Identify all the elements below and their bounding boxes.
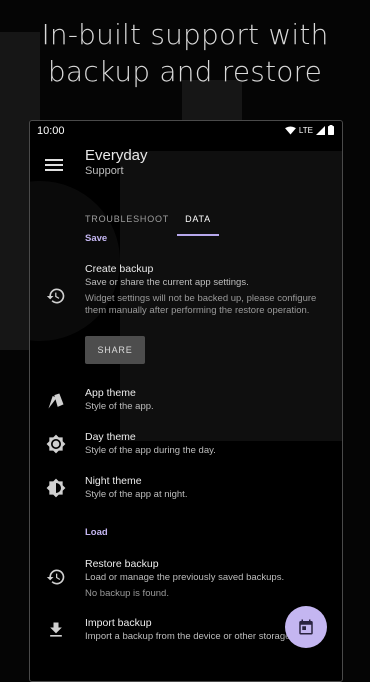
section-header-load: Load (85, 527, 108, 538)
night-theme-title: Night theme (85, 475, 142, 487)
restore-backup-title: Restore backup (85, 558, 159, 570)
tab-data[interactable]: DATA (177, 201, 219, 236)
day-theme-subtitle: Style of the app during the day. (85, 445, 216, 456)
signal-icon (316, 125, 325, 135)
restore-backup-empty-text: No backup is found. (85, 588, 169, 599)
import-backup-title: Import backup (85, 617, 152, 629)
create-backup-description: Widget settings will not be backed up, p… (85, 293, 317, 316)
day-theme-title: Day theme (85, 431, 136, 443)
calendar-fab[interactable] (285, 606, 327, 648)
tab-bar: TROUBLESHOOT DATA (77, 201, 219, 236)
wifi-icon (285, 125, 296, 135)
background-shape-under (0, 110, 30, 350)
restore-backup-subtitle: Load or manage the previously saved back… (85, 572, 285, 583)
network-type: LTE (298, 125, 313, 135)
create-backup-title: Create backup (85, 263, 154, 275)
backup-restore-icon (46, 288, 65, 304)
palette-icon (48, 393, 64, 409)
download-icon (50, 622, 62, 637)
battery-icon (328, 125, 334, 135)
create-backup-subtitle: Save or share the current app settings. (85, 277, 249, 288)
restore-icon (46, 569, 65, 585)
promo-line-2: backup and restore (47, 55, 323, 88)
app-title: Everyday (85, 147, 148, 164)
calendar-icon (299, 619, 313, 635)
status-bar: 10:00 LTE (30, 121, 342, 141)
section-header-save: Save (85, 233, 108, 244)
tab-troubleshoot[interactable]: TROUBLESHOOT (77, 201, 177, 234)
phone-screen: 10:00 LTE Everyday Support TROUBLESHOOT … (29, 120, 343, 682)
restore-backup-item[interactable]: Restore backup Load or manage the previo… (30, 558, 342, 606)
app-theme-title: App theme (85, 387, 136, 399)
import-backup-subtitle: Import a backup from the device or other… (85, 631, 294, 642)
app-bar: Everyday Support TROUBLESHOOT DATA (30, 141, 342, 241)
app-subtitle: Support (85, 165, 124, 177)
share-button[interactable]: SHARE (85, 336, 145, 364)
brightness-icon (46, 434, 66, 454)
night-theme-subtitle: Style of the app at night. (85, 489, 188, 500)
menu-icon[interactable] (42, 153, 66, 177)
day-theme-item[interactable]: Day theme Style of the app during the da… (30, 431, 342, 465)
create-backup-item[interactable]: Create backup Save or share the current … (30, 263, 342, 373)
promo-headline: In-built support with backup and restore (0, 16, 370, 90)
status-time: 10:00 (37, 125, 65, 137)
night-theme-item[interactable]: Night theme Style of the app at night. (30, 475, 342, 509)
promo-line-1: In-built support with (41, 18, 329, 51)
app-theme-subtitle: Style of the app. (85, 401, 154, 412)
brightness-auto-icon (46, 478, 66, 498)
status-icons: LTE (285, 125, 334, 135)
app-theme-item[interactable]: App theme Style of the app. (30, 387, 342, 421)
